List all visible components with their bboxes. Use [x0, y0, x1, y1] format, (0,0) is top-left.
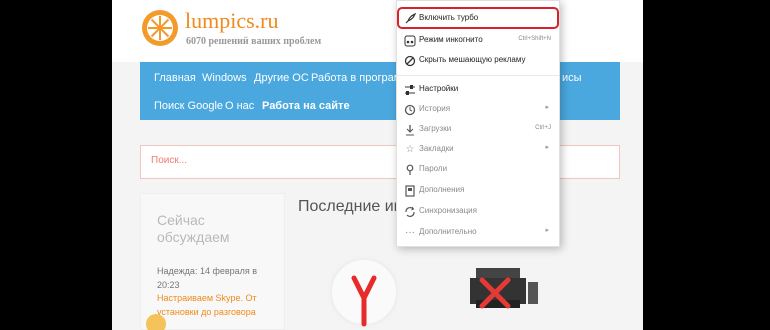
sidebar-discussion: Сейчас обсуждаем Надежда: 14 февраля в 2…: [140, 193, 285, 330]
latest-heading: Последние ин: [298, 198, 403, 215]
menu-label-more: Дополнительно: [419, 227, 477, 236]
menu-shortcut-incognito: Ctrl+Shift+N: [518, 36, 551, 42]
nav-item-site-work[interactable]: Работа на сайте: [262, 100, 350, 112]
nav-item-google-search[interactable]: Поиск Google: [154, 100, 223, 112]
menu-item-incognito[interactable]: Режим инкогнито Ctrl+Shift+N: [397, 31, 559, 51]
chevron-right-icon: ▸: [545, 144, 549, 151]
sync-icon: [404, 206, 416, 218]
block-icon: [404, 55, 416, 67]
menu-item-settings[interactable]: Настройки: [397, 80, 559, 100]
chevron-right-icon: ▸: [545, 104, 549, 111]
key-icon: [404, 164, 416, 176]
clock-icon: [404, 104, 416, 116]
printer-thumbnail[interactable]: [458, 258, 548, 318]
nav-item-home[interactable]: Главная: [154, 72, 196, 84]
sidebar-title: Сейчас обсуждаем: [157, 212, 230, 245]
left-black-bar: [0, 0, 112, 330]
nav-item-services[interactable]: исы: [562, 72, 582, 84]
menu-label-sync: Синхронизация: [419, 206, 477, 215]
comment-link[interactable]: Настраиваем Skype. От установки до разго…: [157, 291, 269, 319]
download-icon: [404, 124, 416, 136]
site-subtitle: 6070 решений ваших проблем: [186, 36, 322, 47]
menu-item-more[interactable]: ··· Дополнительно ▸: [397, 223, 559, 243]
menu-item-history[interactable]: История ▸: [397, 100, 559, 120]
menu-item-sync[interactable]: Синхронизация: [397, 202, 559, 222]
menu-item-addons[interactable]: Дополнения: [397, 181, 559, 201]
browser-menu: Включить турбо Режим инкогнито Ctrl+Shif…: [396, 0, 560, 247]
browser-page: lumpics.ru 6070 решений ваших проблем Гл…: [112, 0, 643, 330]
menu-label-bookmarks: Закладки: [419, 144, 454, 153]
sliders-icon: [404, 84, 416, 96]
menu-shortcut-downloads: Ctrl+J: [535, 125, 551, 131]
menu-label-passwords: Пароли: [419, 164, 448, 173]
search-placeholder: Поиск...: [151, 155, 188, 166]
printer-icon: [470, 268, 538, 309]
site-header: lumpics.ru 6070 решений ваших проблем: [112, 0, 643, 62]
nav-item-about[interactable]: О нас: [225, 100, 254, 112]
menu-item-downloads[interactable]: Загрузки Ctrl+J: [397, 120, 559, 140]
turbo-highlight-box: [397, 7, 559, 29]
incognito-icon: [404, 35, 416, 47]
nav-item-other-os[interactable]: Другие ОС: [254, 72, 309, 84]
menu-item-hide-ads[interactable]: Скрыть мешающую рекламу: [397, 51, 559, 71]
yandex-logo-thumbnail[interactable]: [332, 258, 396, 330]
menu-label-incognito: Режим инкогнито: [419, 35, 483, 44]
right-black-bar: [643, 0, 770, 330]
menu-item-passwords[interactable]: Пароли: [397, 160, 559, 180]
menu-label-history: История: [419, 104, 451, 113]
menu-separator: [397, 75, 559, 76]
site-title[interactable]: lumpics.ru: [185, 8, 279, 34]
star-icon: ☆: [405, 144, 415, 155]
addons-icon: [404, 185, 416, 197]
yandex-y-icon: [351, 275, 377, 327]
menu-label-addons: Дополнения: [419, 185, 465, 194]
menu-label-downloads: Загрузки: [419, 124, 452, 133]
menu-label-hide-ads: Скрыть мешающую рекламу: [419, 55, 526, 64]
menu-item-bookmarks[interactable]: ☆ Закладки ▸: [397, 140, 559, 160]
nav-item-windows[interactable]: Windows: [202, 72, 247, 84]
more-icon: ···: [405, 227, 415, 238]
comment-author: Надежда: 14 февраля в 20:23: [157, 266, 258, 290]
menu-label-settings: Настройки: [419, 84, 459, 93]
avatar: [146, 314, 166, 330]
orange-logo-icon[interactable]: [142, 10, 178, 46]
chevron-right-icon: ▸: [545, 227, 549, 234]
